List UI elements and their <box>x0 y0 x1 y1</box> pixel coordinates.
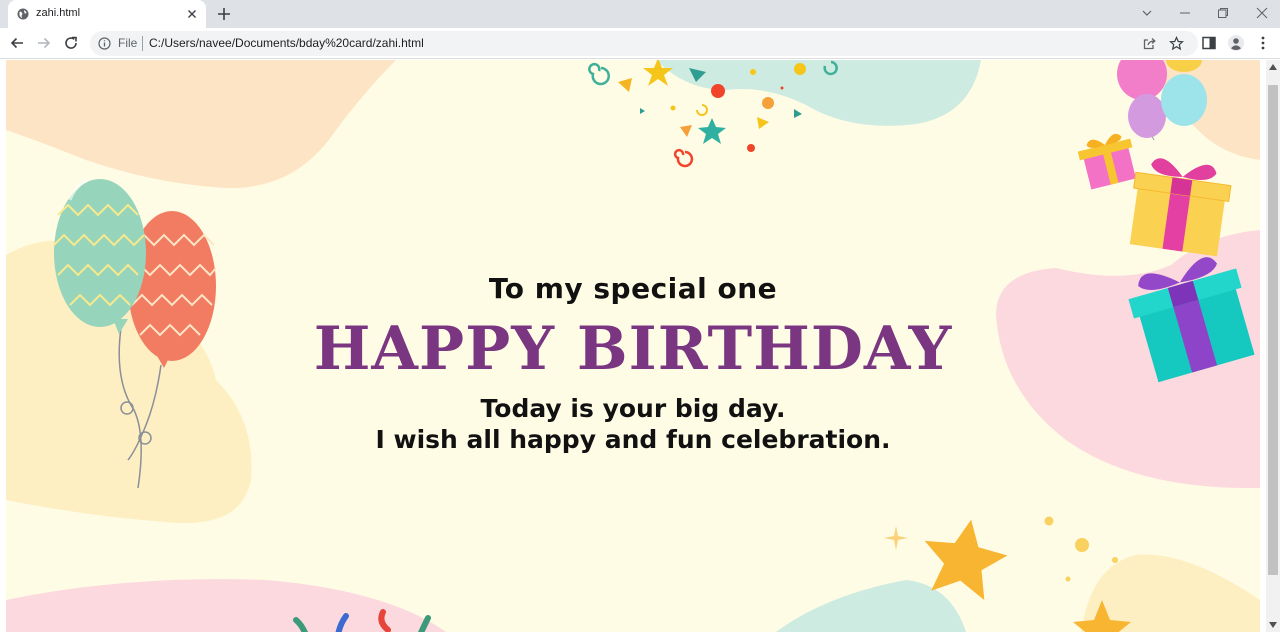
tab-search-icon[interactable] <box>1140 6 1154 20</box>
tab-title: zahi.html <box>36 7 81 19</box>
minimize-icon[interactable] <box>1178 6 1192 20</box>
close-tab-icon[interactable] <box>185 7 199 21</box>
globe-icon <box>17 8 29 20</box>
side-panel-icon[interactable] <box>1201 35 1217 51</box>
vertical-scrollbar[interactable] <box>1266 60 1280 632</box>
url-text[interactable]: C:/Users/navee/Documents/bday%20card/zah… <box>149 36 424 50</box>
more-menu-icon[interactable] <box>1255 35 1271 51</box>
scroll-down-icon[interactable] <box>1269 622 1277 628</box>
profile-avatar-icon[interactable] <box>1228 35 1244 51</box>
page-viewport: To my special one HAPPY BIRTHDAY Today i… <box>0 60 1266 632</box>
birthday-card: To my special one HAPPY BIRTHDAY Today i… <box>6 60 1260 632</box>
address-bar[interactable]: File C:/Users/navee/Documents/bday%20car… <box>90 31 1198 56</box>
message-line-2: I wish all happy and fun celebration. <box>375 425 891 454</box>
back-icon[interactable] <box>9 35 25 51</box>
share-icon[interactable] <box>1142 36 1157 51</box>
restore-icon[interactable] <box>1216 6 1230 20</box>
scroll-up-icon[interactable] <box>1269 64 1277 70</box>
browser-toolbar: File C:/Users/navee/Documents/bday%20car… <box>0 28 1280 59</box>
scrollbar-thumb[interactable] <box>1268 85 1278 575</box>
browser-tab[interactable]: zahi.html <box>8 0 206 28</box>
message-line-1: Today is your big day. <box>480 394 786 423</box>
tab-strip: zahi.html <box>0 0 1280 28</box>
bookmark-star-icon[interactable] <box>1169 36 1184 51</box>
forward-icon[interactable] <box>36 35 52 51</box>
birthday-title: HAPPY BIRTHDAY <box>313 314 953 384</box>
close-window-icon[interactable] <box>1255 6 1269 20</box>
scheme-label: File <box>118 36 138 50</box>
address-divider <box>142 36 143 51</box>
reload-icon[interactable] <box>63 35 79 51</box>
greeting-line: To my special one <box>488 272 778 305</box>
new-tab-icon[interactable] <box>216 6 232 22</box>
site-info-icon[interactable] <box>98 37 111 50</box>
